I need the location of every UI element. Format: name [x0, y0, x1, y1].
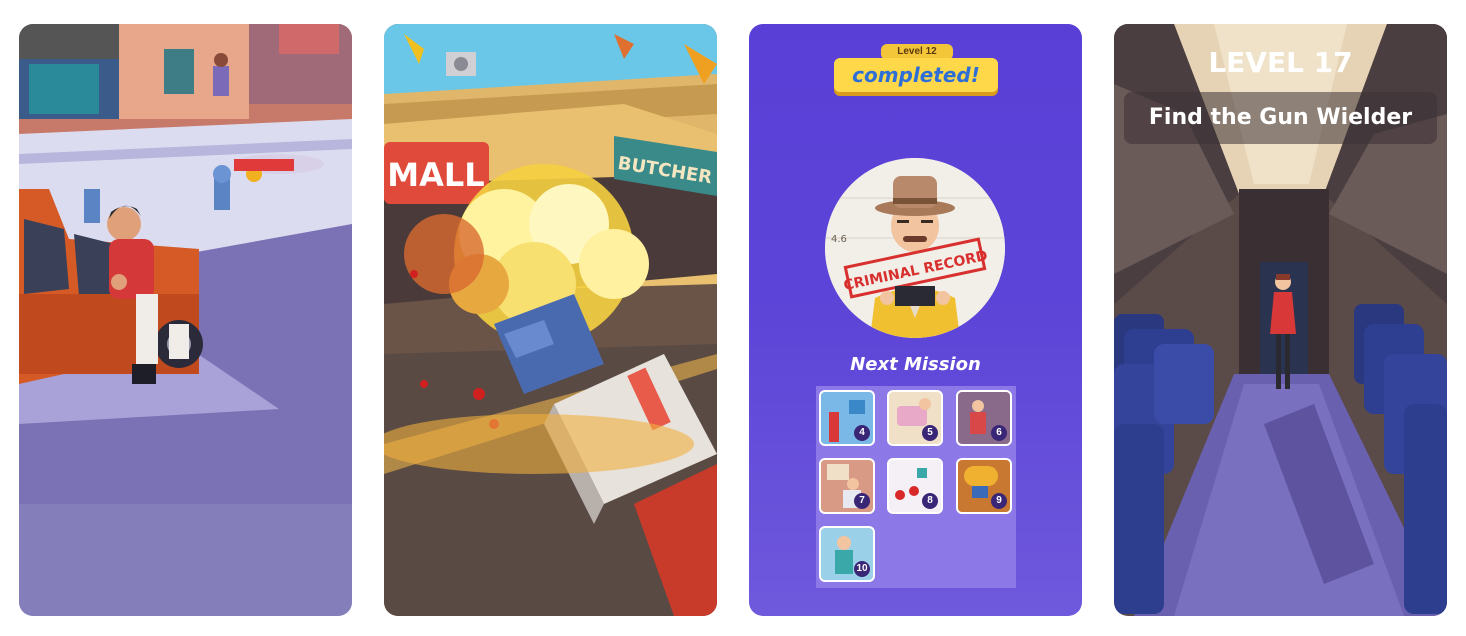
mission-number: 4 [854, 425, 870, 441]
completed-banner: completed! [834, 58, 998, 92]
mission-number: 7 [854, 493, 870, 509]
mission-tile[interactable]: 9 [956, 458, 1012, 514]
objective-banner: Find the Gun Wielder [1124, 92, 1437, 144]
mission-tile[interactable]: 8 [887, 458, 943, 514]
criminal-portrait: 4.6 CRIMINAL RECORD [825, 158, 1005, 338]
mission-tile[interactable]: 5 [887, 390, 943, 446]
height-mark: 4.6 [831, 234, 847, 245]
mission-grid: 4 5 6 7 8 9 10 [816, 386, 1016, 588]
mugshot-illustration: 4.6 CRIMINAL RECORD [825, 158, 1005, 338]
explosion-illustration: MALL BUTCHER [384, 24, 717, 616]
mission-tile[interactable]: 6 [956, 390, 1012, 446]
street-illustration [19, 24, 352, 616]
screenshot-street-scene [19, 24, 352, 616]
screenshot-mission-complete: Level 12 completed! 4.6 CRIMINAL RECORD [749, 24, 1082, 616]
level-title: LEVEL 17 [1208, 46, 1353, 79]
next-mission-title: Next Mission [850, 354, 981, 375]
mall-sign: MALL [387, 156, 484, 194]
screenshot-airplane-scene: LEVEL 17 Find the Gun Wielder [1114, 24, 1447, 616]
mission-number: 10 [854, 561, 870, 577]
mission-tile[interactable]: 10 [819, 526, 875, 582]
mission-tile[interactable]: 4 [819, 390, 875, 446]
mission-tile[interactable]: 7 [819, 458, 875, 514]
mission-number: 8 [922, 493, 938, 509]
mission-number: 5 [922, 425, 938, 441]
mission-number: 9 [991, 493, 1007, 509]
screenshot-explosion-scene: MALL BUTCHER [384, 24, 717, 616]
mission-number: 6 [991, 425, 1007, 441]
